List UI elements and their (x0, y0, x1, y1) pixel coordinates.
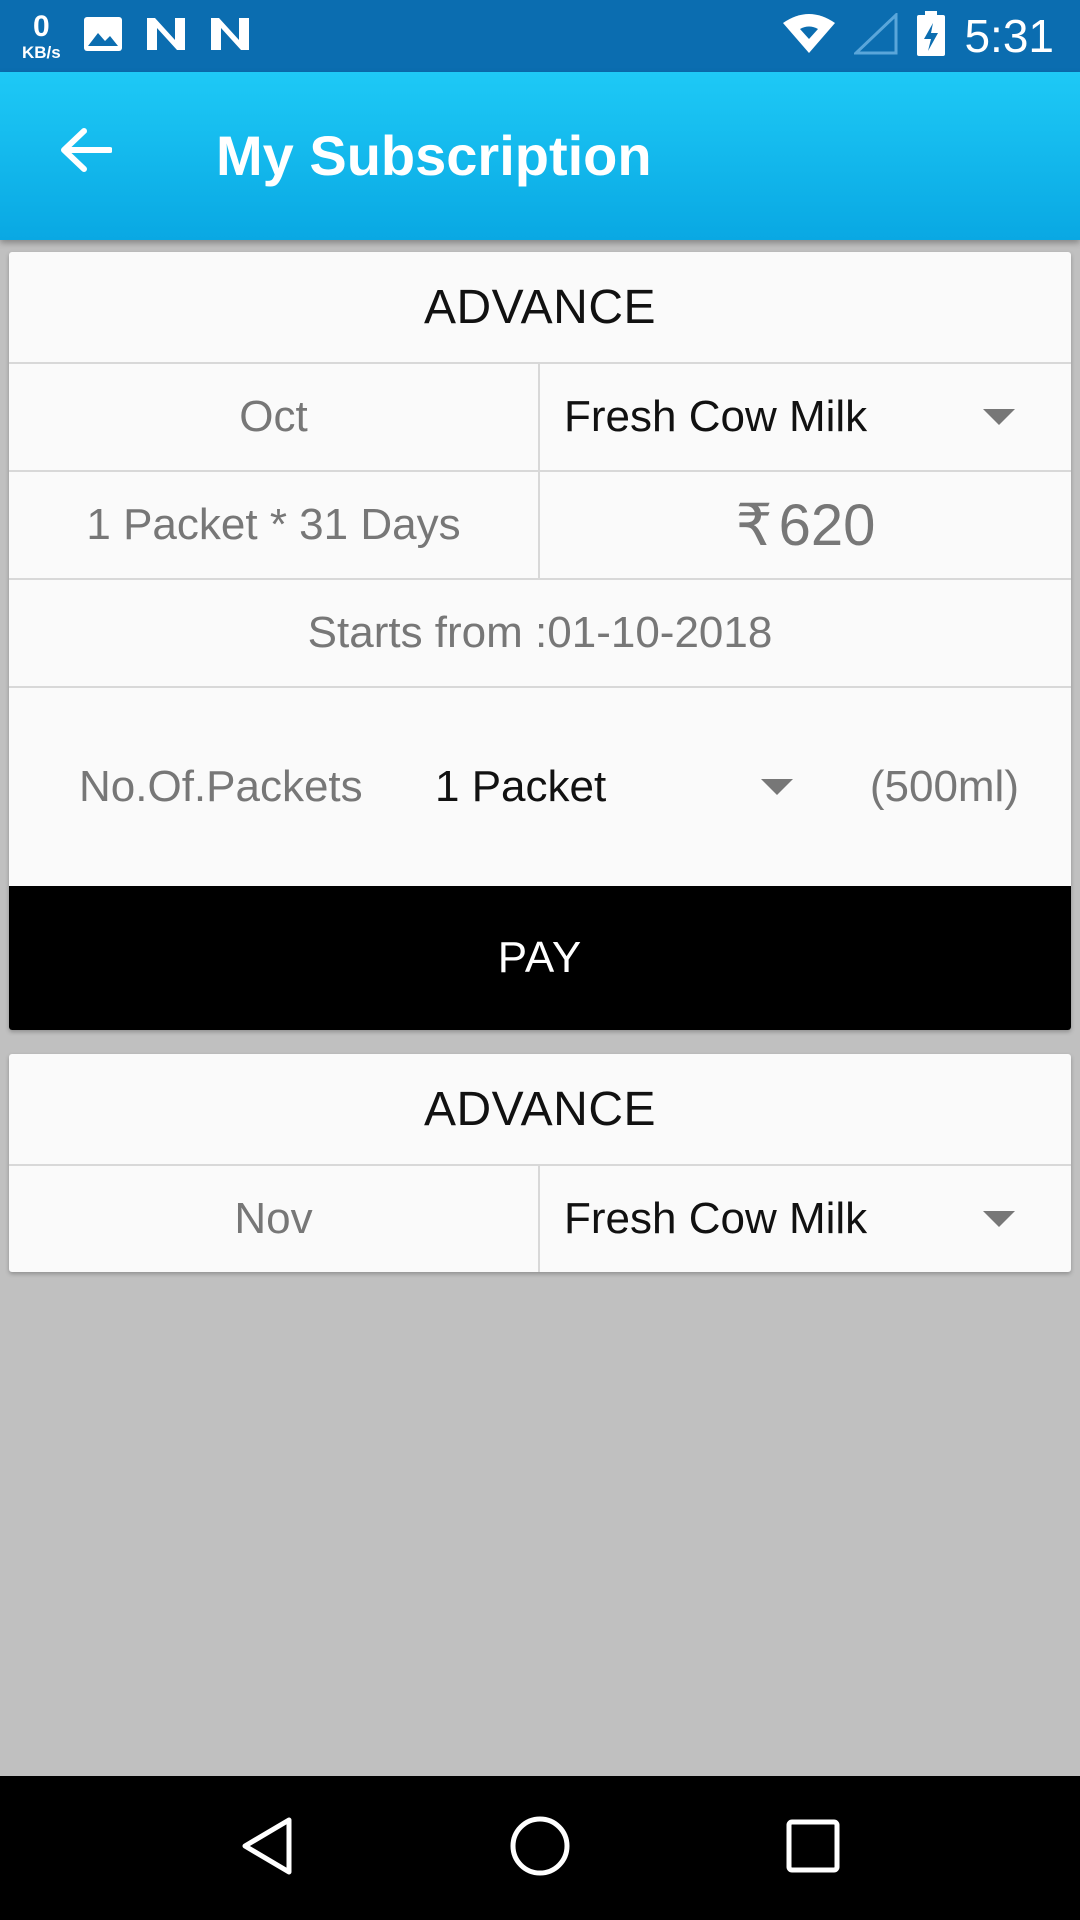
navigation-bar (0, 1776, 1080, 1920)
wifi-icon (782, 13, 836, 60)
packet-size: (500ml) (869, 762, 1019, 811)
status-right: 5:31 (782, 0, 1054, 72)
month-product-row: Oct Fresh Cow Milk (9, 364, 1071, 472)
price-value: 620 (778, 492, 876, 558)
month-label: Nov (9, 1166, 540, 1272)
nav-home-button[interactable] (500, 1808, 580, 1888)
back-button[interactable] (56, 122, 116, 182)
image-icon (83, 16, 123, 57)
start-date-row: Starts from :01-10-2018 (9, 580, 1071, 688)
nav-recents-button[interactable] (773, 1808, 853, 1888)
dropdown-caret-icon[interactable] (761, 779, 793, 795)
packets-row: No.Of.Packets 1 Packet (500ml) (9, 686, 1071, 888)
card-header-row: ADVANCE (9, 252, 1071, 364)
month-product-row: Nov Fresh Cow Milk (9, 1166, 1071, 1272)
arrow-left-icon (60, 127, 113, 178)
n-notification-icon (209, 16, 251, 57)
subscription-card-oct: ADVANCE Oct Fresh Cow Milk 1 Packet * 31… (9, 252, 1071, 1030)
battery-charging-icon (916, 10, 946, 62)
clock: 5:31 (964, 10, 1054, 62)
nav-back-button[interactable] (227, 1808, 307, 1888)
rupee-icon: ₹ (735, 493, 773, 558)
product-dropdown-value: Fresh Cow Milk (564, 1194, 868, 1243)
start-date: Starts from :01-10-2018 (307, 608, 773, 657)
circle-home-icon (509, 1815, 571, 1882)
card-header: ADVANCE (424, 1082, 656, 1136)
month-label: Oct (9, 364, 540, 470)
quantity-price-row: 1 Packet * 31 Days ₹ 620 (9, 472, 1071, 580)
price-cell: ₹ 620 (540, 472, 1071, 578)
pay-button[interactable]: PAY (9, 886, 1071, 1030)
dropdown-caret-icon (983, 409, 1015, 425)
packets-dropdown[interactable]: 1 Packet (435, 686, 606, 888)
packets-label: No.Of.Packets (79, 762, 363, 811)
card-header-row: ADVANCE (9, 1054, 1071, 1166)
network-speed-unit: KB/s (22, 42, 61, 62)
page-title: My Subscription (216, 124, 652, 187)
network-speed-value: 0 (33, 9, 50, 43)
quantity-days: 1 Packet * 31 Days (9, 472, 540, 578)
status-bar: 0 KB/s 5:31 (0, 0, 1080, 72)
product-dropdown-value: Fresh Cow Milk (564, 392, 868, 441)
subscription-card-nov: ADVANCE Nov Fresh Cow Milk (9, 1054, 1071, 1272)
status-left: 0 KB/s (22, 8, 251, 64)
signal-icon (852, 11, 898, 60)
dropdown-caret-icon (983, 1211, 1015, 1227)
product-dropdown[interactable]: Fresh Cow Milk (540, 1166, 1071, 1272)
product-dropdown[interactable]: Fresh Cow Milk (540, 364, 1071, 470)
network-speed: 0 KB/s (22, 9, 61, 62)
app-bar: My Subscription (0, 72, 1080, 240)
n-notification-icon (145, 16, 187, 57)
square-recents-icon (785, 1818, 841, 1879)
card-header: ADVANCE (424, 280, 656, 334)
triangle-back-icon (239, 1816, 295, 1881)
